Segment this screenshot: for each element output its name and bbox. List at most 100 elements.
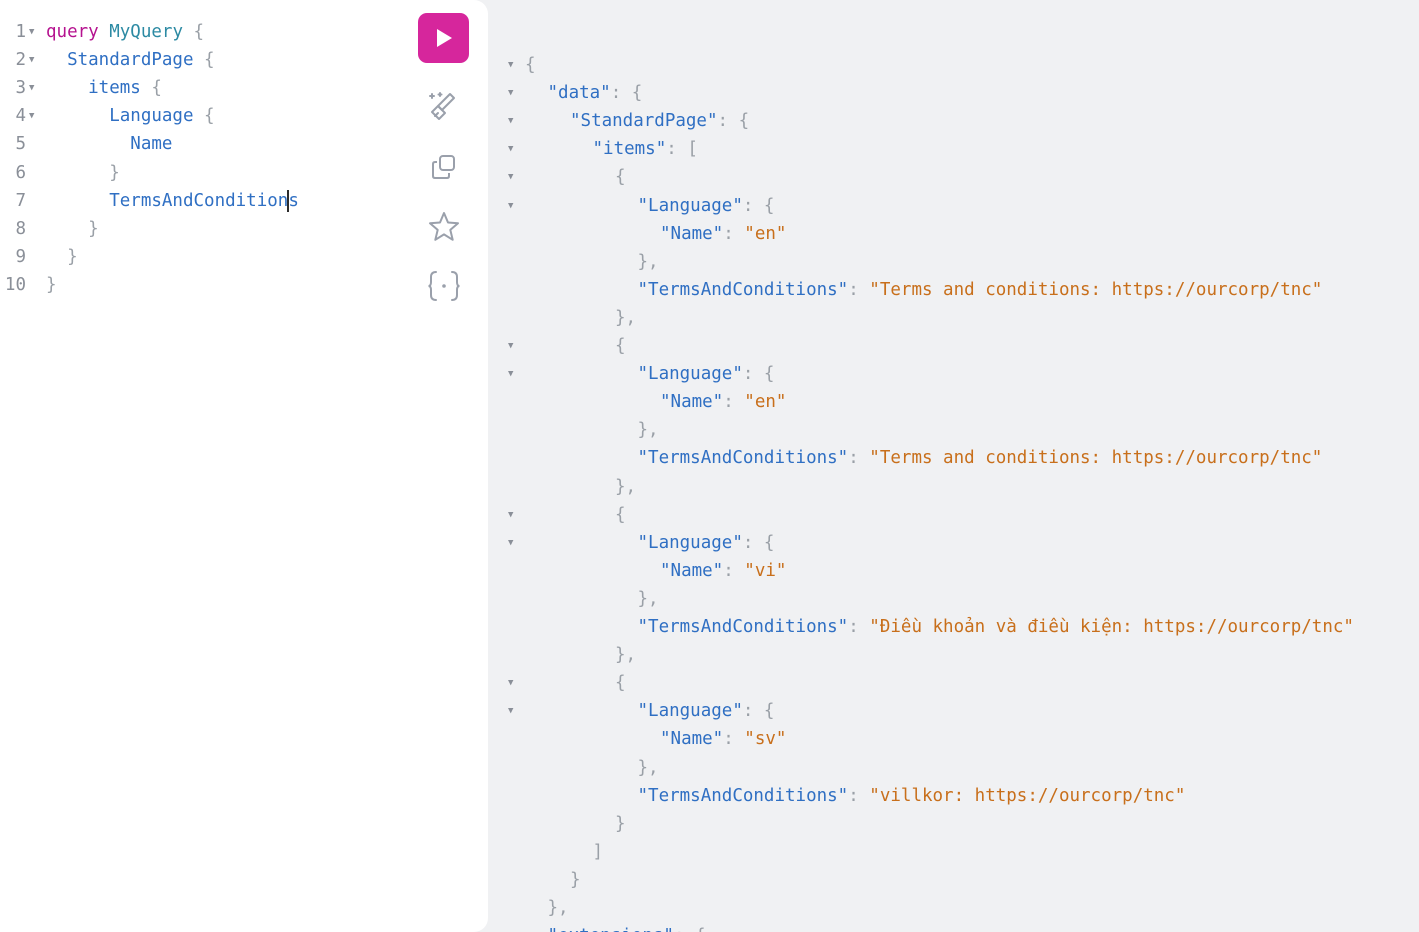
line-code: } bbox=[46, 215, 99, 243]
fold-arrow-icon[interactable]: ▼ bbox=[508, 922, 513, 932]
run-button[interactable] bbox=[418, 13, 469, 63]
fold-arrow-icon[interactable]: ▼ bbox=[508, 360, 513, 388]
json-key: "TermsAndConditions" bbox=[637, 617, 849, 637]
json-key: "Language" bbox=[637, 532, 743, 553]
json-punctuation: : bbox=[848, 785, 870, 806]
json-punctuation: : { bbox=[674, 926, 706, 932]
query-editor[interactable]: 1 ▼ query MyQuery {2 ▼ StandardPage {3 ▼ ite… bbox=[0, 0, 488, 932]
line-code: } bbox=[46, 159, 120, 187]
fold-arrow-icon[interactable]: ▼ bbox=[508, 529, 513, 557]
fold-arrow-icon[interactable]: ▼ bbox=[29, 74, 34, 102]
line-code: Language { bbox=[46, 102, 215, 130]
json-punctuation: : { bbox=[742, 701, 775, 722]
code-token: { bbox=[193, 106, 215, 127]
fold-arrow-icon[interactable]: ▼ bbox=[29, 102, 34, 130]
line-code: TermsAndConditions bbox=[46, 187, 299, 215]
fold-arrow-icon[interactable]: ▼ bbox=[29, 18, 34, 46]
code-token: s bbox=[288, 190, 299, 211]
result-code: }, bbox=[638, 248, 659, 276]
code-token: } bbox=[46, 246, 78, 267]
prettify-button[interactable] bbox=[424, 87, 464, 127]
fold-arrow-icon[interactable]: ▼ bbox=[508, 51, 513, 79]
merge-fragments-button[interactable] bbox=[424, 266, 464, 306]
line-code: StandardPage { bbox=[46, 46, 215, 74]
line-gutter: 8 bbox=[0, 215, 26, 243]
result-code: } bbox=[570, 866, 581, 894]
json-string: "en" bbox=[744, 392, 787, 413]
result-code: }, bbox=[615, 641, 636, 669]
line-code: } bbox=[46, 243, 78, 271]
code-token: StandardPage bbox=[46, 50, 194, 71]
json-key: "items" bbox=[592, 139, 667, 160]
line-number: 4 bbox=[15, 106, 26, 127]
line-gutter: 2 bbox=[0, 46, 26, 74]
fold-arrow-icon[interactable]: ▼ bbox=[508, 79, 513, 107]
code-token: { bbox=[183, 22, 205, 42]
code-token: } bbox=[46, 274, 57, 295]
line-number: 2 bbox=[15, 50, 26, 71]
fold-arrow-icon[interactable]: ▼ bbox=[508, 163, 513, 191]
json-punctuation: : bbox=[848, 617, 870, 637]
merge-icon bbox=[428, 271, 460, 301]
json-string: "sv" bbox=[744, 729, 787, 750]
line-gutter: 5 bbox=[0, 130, 26, 158]
json-key: "Name" bbox=[660, 223, 724, 244]
code-token: items bbox=[46, 78, 141, 99]
result-code: "data": { bbox=[548, 79, 643, 107]
line-number: 3 bbox=[15, 78, 26, 99]
line-gutter: 10 bbox=[0, 271, 26, 299]
line-gutter: 3 bbox=[0, 74, 26, 102]
line-gutter: 1 bbox=[0, 18, 26, 46]
fold-arrow-icon[interactable]: ▼ bbox=[508, 332, 513, 360]
json-punctuation: : { bbox=[742, 195, 775, 216]
fold-arrow-icon[interactable]: ▼ bbox=[508, 107, 513, 135]
json-punctuation: { bbox=[525, 55, 536, 75]
code-token: MyQuery bbox=[109, 22, 183, 42]
json-punctuation: { bbox=[615, 504, 626, 525]
line-number: 5 bbox=[15, 134, 26, 155]
fold-arrow-icon[interactable]: ▼ bbox=[508, 135, 513, 163]
result-code: "Name": "en" bbox=[660, 388, 786, 416]
result-code: { bbox=[615, 163, 626, 191]
json-key: "TermsAndConditions" bbox=[637, 279, 849, 300]
json-punctuation: : bbox=[723, 392, 745, 413]
line-number: 1 bbox=[15, 22, 26, 42]
result-code: "Name": "vi" bbox=[660, 557, 786, 585]
result-code: { bbox=[615, 332, 626, 360]
json-punctuation: : bbox=[723, 560, 745, 581]
result-code: "TermsAndConditions": "villkor: https://… bbox=[638, 782, 1186, 810]
json-punctuation: : { bbox=[717, 111, 750, 132]
line-code: query MyQuery { bbox=[46, 18, 204, 46]
json-key: "data" bbox=[547, 83, 611, 104]
play-icon bbox=[436, 29, 452, 47]
result-code: { bbox=[615, 669, 626, 697]
result-code: "Language": { bbox=[638, 360, 775, 388]
json-punctuation: } bbox=[615, 813, 626, 834]
code-token: } bbox=[46, 218, 99, 239]
favorite-button[interactable] bbox=[424, 207, 464, 247]
result-code: }, bbox=[638, 585, 659, 613]
result-code: { bbox=[525, 51, 536, 79]
json-punctuation: : [ bbox=[666, 139, 698, 160]
line-number: 7 bbox=[15, 190, 26, 211]
copy-button[interactable] bbox=[424, 147, 464, 187]
fold-arrow-icon[interactable]: ▼ bbox=[508, 697, 513, 725]
json-key: "TermsAndConditions" bbox=[637, 448, 849, 469]
json-string: "Điều khoản và điều kiện: https://ourcor… bbox=[869, 617, 1354, 637]
json-key: "Language" bbox=[637, 701, 743, 722]
json-punctuation: }, bbox=[637, 757, 659, 778]
code-token: query bbox=[46, 22, 99, 42]
fold-arrow-icon[interactable]: ▼ bbox=[29, 46, 34, 74]
json-key: "Language" bbox=[637, 195, 743, 216]
fold-arrow-icon[interactable]: ▼ bbox=[508, 501, 513, 529]
json-string: "vi" bbox=[744, 560, 787, 581]
code-token: TermsAndCondition bbox=[46, 190, 289, 211]
fold-arrow-icon[interactable]: ▼ bbox=[508, 192, 513, 220]
fold-arrow-icon[interactable]: ▼ bbox=[508, 669, 513, 697]
json-key: "Name" bbox=[660, 560, 724, 581]
result-viewer[interactable]: ▼{▼ "data": {▼ "StandardPage": {▼ "items": … bbox=[488, 0, 1419, 932]
line-gutter: 7 bbox=[0, 187, 26, 215]
star-icon bbox=[429, 212, 459, 241]
result-code: }, bbox=[615, 304, 636, 332]
